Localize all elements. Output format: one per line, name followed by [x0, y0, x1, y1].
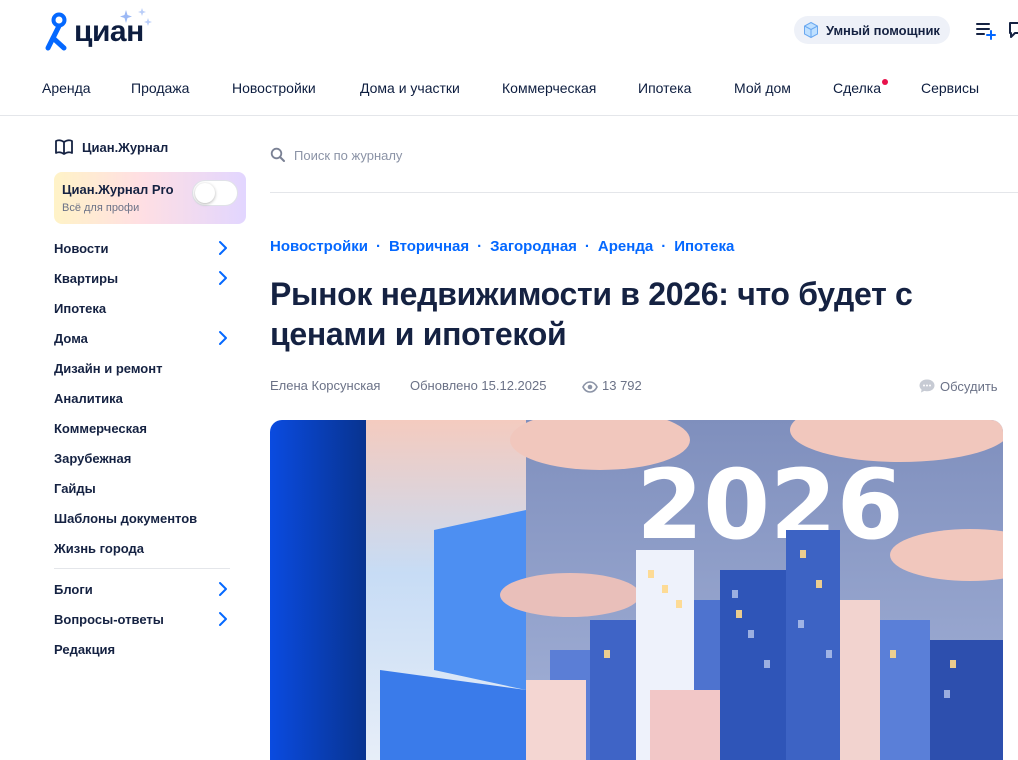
category-separator: · — [375, 237, 381, 255]
nav-item-services[interactable]: Сервисы — [921, 80, 979, 96]
hero-year-text: 2026 — [636, 449, 903, 561]
article-categories: Новостройки · Вторичная · Загородная · А… — [270, 236, 734, 256]
pro-subtitle: Всё для профи — [62, 202, 140, 214]
article-title-line2: ценами и ипотекой — [270, 316, 567, 352]
journal-search — [270, 140, 1018, 170]
chat-icon[interactable] — [1006, 19, 1018, 41]
sidebar-item-mortgage[interactable]: Ипотека — [54, 297, 230, 319]
search-input[interactable] — [294, 142, 694, 168]
category-mortgage[interactable]: Ипотека — [674, 238, 734, 255]
journal-pro-card[interactable]: Циан.Журнал Pro Всё для профи — [54, 172, 246, 224]
eye-icon — [582, 381, 598, 393]
sidebar-item-design[interactable]: Дизайн и ремонт — [54, 357, 230, 379]
sidebar-item-templates[interactable]: Шаблоны документов — [54, 507, 230, 529]
sidebar-item-news[interactable]: Новости — [54, 237, 230, 259]
pro-title: Циан.Журнал Pro — [62, 182, 174, 197]
smart-assistant-label: Умный помощник — [826, 22, 940, 38]
location-pin-icon — [45, 12, 67, 51]
cube-icon — [804, 21, 818, 39]
sparkles-icon — [120, 8, 152, 26]
sidebar-item-label: Шаблоны документов — [54, 510, 198, 526]
notification-dot — [882, 79, 888, 85]
views-count: 13 792 — [602, 378, 642, 393]
sidebar-item-qa[interactable]: Вопросы-ответы — [54, 608, 230, 630]
pro-toggle[interactable] — [192, 180, 238, 206]
comment-icon — [919, 379, 935, 393]
sidebar-item-label: Дизайн и ремонт — [54, 360, 163, 376]
sidebar-item-city-life[interactable]: Жизнь города — [54, 537, 230, 559]
nav-item-commercial[interactable]: Коммерческая — [502, 80, 596, 96]
sidebar-item-apartments[interactable]: Квартиры — [54, 267, 230, 289]
sidebar-item-label: Вопросы-ответы — [54, 611, 164, 627]
author-name[interactable]: Елена Корсунская — [270, 378, 380, 393]
sidebar-item-commercial[interactable]: Коммерческая — [54, 417, 230, 439]
category-rent[interactable]: Аренда — [598, 238, 653, 255]
nav-item-deal[interactable]: Сделка — [833, 80, 881, 96]
sidebar-divider — [54, 568, 230, 569]
sidebar-item-label: Редакция — [54, 641, 116, 657]
sidebar-item-label: Зарубежная — [54, 450, 132, 466]
nav-item-houses[interactable]: Дома и участки — [360, 80, 460, 96]
sidebar-item-label: Коммерческая — [54, 420, 147, 436]
article-hero-image: 2026 — [270, 420, 1003, 760]
category-separator: · — [477, 237, 483, 255]
nav-item-new-buildings[interactable]: Новостройки — [232, 80, 316, 96]
nav-item-my-home[interactable]: Мой дом — [734, 80, 791, 96]
article-title-line1: Рынок недвижимости в 2026: что будет с — [270, 276, 913, 312]
search-icon — [270, 147, 285, 162]
sidebar-item-label: Гайды — [54, 480, 96, 496]
main-nav: Аренда Продажа Новостройки Дома и участк… — [0, 74, 1018, 104]
journal-home-link[interactable]: Циан.Журнал — [54, 138, 168, 156]
sidebar-item-label: Ипотека — [54, 300, 107, 316]
journal-title: Циан.Журнал — [82, 139, 169, 155]
sidebar-item-label: Дома — [54, 330, 88, 346]
toggle-knob — [195, 183, 215, 203]
sidebar-item-foreign[interactable]: Зарубежная — [54, 447, 230, 469]
article-title: Рынок недвижимости в 2026: что будет с ц… — [270, 274, 1000, 354]
updated-date: Обновлено 15.12.2025 — [410, 378, 547, 393]
smart-assistant-button[interactable]: Умный помощник — [794, 16, 950, 44]
category-suburban[interactable]: Загородная — [490, 238, 577, 255]
discuss-button[interactable]: Обсудить — [918, 376, 998, 396]
sidebar-item-label: Жизнь города — [54, 540, 145, 556]
open-book-icon — [55, 139, 73, 155]
chevron-right-icon — [219, 331, 227, 345]
chevron-right-icon — [219, 241, 227, 255]
nav-item-sale[interactable]: Продажа — [131, 80, 189, 96]
sidebar-item-blogs[interactable]: Блоги — [54, 578, 230, 600]
sidebar-item-label: Новости — [54, 240, 109, 256]
sidebar-item-editorial[interactable]: Редакция — [54, 638, 230, 660]
sidebar-item-label: Блоги — [54, 581, 93, 597]
category-separator: · — [584, 237, 590, 255]
category-separator: · — [661, 237, 667, 255]
favorites-list-icon[interactable] — [974, 19, 996, 41]
chevron-right-icon — [219, 271, 227, 285]
chevron-right-icon — [219, 612, 227, 626]
sidebar-item-guides[interactable]: Гайды — [54, 477, 230, 499]
chevron-right-icon — [219, 582, 227, 596]
hero-illustration: 2026 — [270, 420, 1003, 760]
sidebar-item-label: Аналитика — [54, 390, 123, 406]
sidebar-item-label: Квартиры — [54, 270, 119, 286]
nav-item-rent[interactable]: Аренда — [42, 80, 91, 96]
nav-item-mortgage[interactable]: Ипотека — [638, 80, 691, 96]
discuss-label: Обсудить — [940, 378, 998, 394]
category-secondary[interactable]: Вторичная — [389, 238, 469, 255]
sidebar-item-analytics[interactable]: Аналитика — [54, 387, 230, 409]
category-new-buildings[interactable]: Новостройки — [270, 238, 368, 255]
site-header: циан Умный помощник Аренда Продажа Новос… — [0, 0, 1018, 116]
search-divider — [270, 192, 1018, 193]
sidebar-item-houses[interactable]: Дома — [54, 327, 230, 349]
